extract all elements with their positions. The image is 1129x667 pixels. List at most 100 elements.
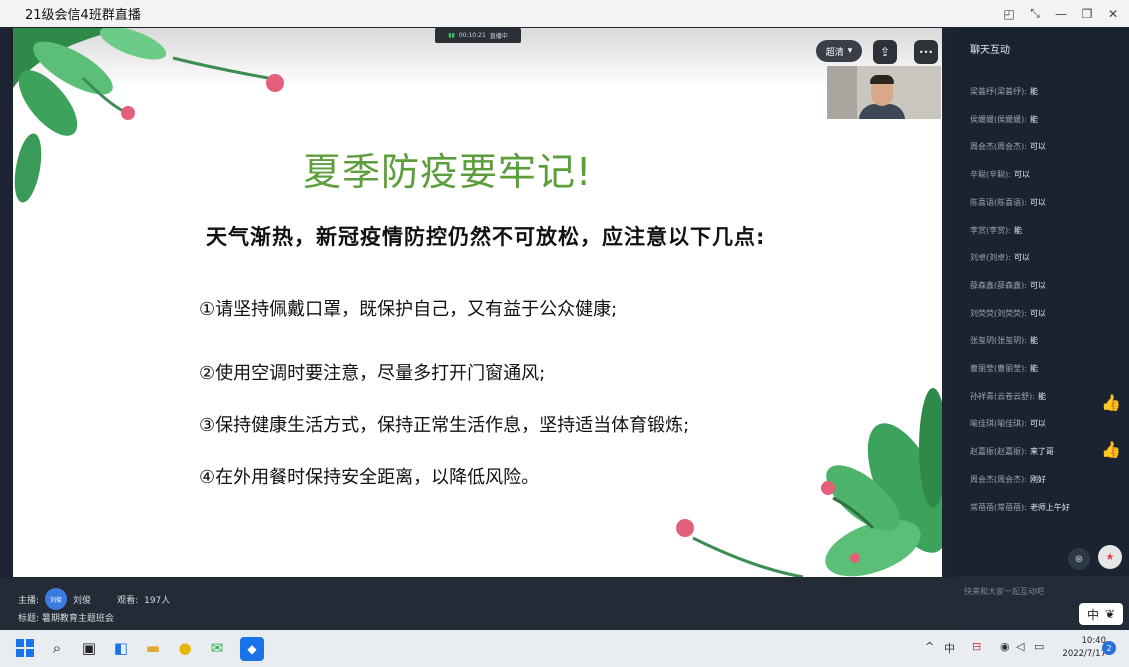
battery-icon[interactable]: ▭ [1034, 640, 1044, 653]
chat-text: 老师上午好 [1029, 502, 1070, 512]
chat-text: 可以 [1013, 170, 1030, 180]
chat-text: 能 [1029, 336, 1038, 346]
live-status: 直播中 [489, 33, 508, 40]
window-controls: ◰ ⤡ — ❐ ✕ [997, 0, 1129, 27]
share-button[interactable]: ⇪ [873, 40, 897, 64]
task-view-icon[interactable]: ▣ [78, 637, 100, 659]
chat-username: 梁荟纾(梁荟纾): [970, 87, 1027, 96]
quality-selector[interactable]: 超清 ▾ [816, 40, 862, 62]
chat-text: 能 [1037, 391, 1046, 401]
slide-subtitle: 天气渐热，新冠疫情防控仍然不可放松，应注意以下几点: [206, 225, 766, 249]
slide-area: 夏季防疫要牢记! 天气渐热，新冠疫情防控仍然不可放松，应注意以下几点: ①请坚持… [13, 28, 942, 577]
more-icon: ••• [918, 47, 934, 57]
chat-input-placeholder[interactable]: 快来和大家一起互动吧 [964, 586, 1044, 597]
chat-message: 侯媛媛(侯媛媛): 能 [970, 114, 1038, 125]
webcam-wall [827, 66, 857, 119]
close-button[interactable]: ✕ [1101, 0, 1125, 27]
gift-button[interactable]: ★ [1098, 545, 1122, 569]
chat-username: 辛聪(辛聪): [970, 170, 1011, 180]
window-title: 21级会信4班群直播 [25, 8, 141, 23]
chat-message: 周会杰(周会杰): 刚好 [970, 474, 1046, 485]
topic-text: 暑期教育主题班会 [41, 614, 114, 624]
more-button[interactable]: ••• [914, 40, 938, 64]
chat-message: 孙祥青(云卷云舒): 能 [970, 391, 1046, 402]
chat-text: 可以 [1013, 253, 1030, 263]
live-status-pill: ▮▮ 00:10:21 直播中 [435, 28, 521, 43]
webcam-hair [870, 75, 894, 84]
volume-icon[interactable]: ◁ [1016, 640, 1024, 653]
chat-text: 能 [1013, 225, 1022, 235]
chat-message: 周会杰(周会杰): 可以 [970, 141, 1046, 152]
sticker-button[interactable]: ⊛ [1068, 548, 1090, 570]
chat-message: 喻佳琪(喻佳琪): 可以 [970, 418, 1046, 429]
chat-username: 刘荧荧(刘荧荧): [970, 308, 1027, 318]
chat-text: 可以 [1029, 308, 1046, 318]
antivirus-tray-icon[interactable]: ⊟ [972, 640, 981, 653]
topic-row: 标题: 暑期教育主题班会 [18, 611, 114, 624]
chat-username: 孙祥青(云卷云舒): [970, 391, 1035, 401]
maximize-button[interactable]: ❐ [1075, 0, 1099, 27]
chat-username: 曹丽莹(曹丽莹): [970, 364, 1027, 373]
minimize-button[interactable]: — [1049, 0, 1073, 27]
chat-message: 刘卓(刘卓): 可以 [970, 252, 1030, 263]
search-icon[interactable]: ⌕ [46, 637, 68, 659]
chat-username: 刘卓(刘卓): [970, 253, 1011, 263]
slide-title: 夏季防疫要牢记! [303, 150, 593, 194]
webcam-body [859, 104, 905, 119]
chat-text: 可以 [1029, 142, 1046, 152]
start-logo [16, 639, 34, 657]
host-row: 主播: 刘俊 刘俊 观看: 197人 [18, 588, 170, 610]
wechat-icon[interactable]: ✉ [206, 637, 228, 659]
presenter-webcam[interactable] [827, 66, 941, 119]
chat-username: 薛森鑫(薛森鑫): [970, 280, 1027, 290]
wifi-icon[interactable]: ◉ [1000, 640, 1010, 653]
host-name: 刘俊 [73, 595, 92, 606]
chat-username: 常蓓蓓(常蓓蓓): [970, 502, 1027, 512]
app-window: 21级会信4班群直播 ◰ ⤡ — ❐ ✕ 夏季防疫要牢记! 天气渐热，新冠疫情防… [0, 0, 1129, 667]
topic-label: 标题: [18, 614, 40, 624]
chat-text: 能 [1029, 114, 1038, 124]
chat-text: 来了哥 [1029, 447, 1054, 457]
thumbs-up-icon: 👍 [1101, 393, 1121, 412]
chat-text: 可以 [1029, 197, 1046, 207]
slide-item-1: ①请坚持佩戴口罩，既保护自己，又有益于公众健康; [199, 299, 618, 320]
windows-start-icon[interactable] [14, 637, 36, 659]
avatar[interactable]: 刘俊 [45, 588, 68, 610]
chat-message: 常蓓蓓(常蓓蓓): 老师上午好 [970, 502, 1070, 513]
chat-message: 薛森鑫(薛森鑫): 可以 [970, 280, 1046, 291]
viewers-label: 观看: [117, 595, 139, 606]
clock-date: 2022/7/17 [1062, 649, 1106, 659]
slide-item-2: ②使用空调时要注意，尽量多打开门窗通风; [199, 363, 546, 384]
gift-icon: ★ [1105, 551, 1115, 563]
pin-icon[interactable]: ◰ [997, 0, 1021, 27]
clock-time: 10:40 [1081, 636, 1107, 646]
ime-indicator[interactable]: 中 ❦ [1079, 603, 1123, 625]
ime-skin-icon: ❦ [1104, 607, 1116, 621]
file-explorer-icon[interactable]: ▬ [142, 637, 164, 659]
host-label: 主播: [18, 595, 40, 606]
chat-message: 梁荟纾(梁荟纾): 能 [970, 86, 1038, 97]
live-time: 00:10:21 [458, 32, 486, 39]
share-icon: ⇪ [879, 45, 891, 59]
chat-message: 赵嘉振(赵嘉振): 来了哥 [970, 446, 1054, 457]
chat-username: 李赏(李赏): [970, 225, 1011, 235]
chat-username: 喻佳琪(喻佳琪): [970, 419, 1027, 429]
browser-icon[interactable]: ● [174, 637, 196, 659]
quality-label: 超清 [825, 47, 844, 58]
dingtalk-icon[interactable]: ◆ [240, 637, 264, 661]
chat-text: 刚好 [1029, 474, 1046, 484]
chat-username: 周会杰(周会杰): [970, 142, 1027, 152]
ime-mode: 中 [1086, 607, 1099, 622]
chat-text: 能 [1029, 87, 1038, 96]
widgets-icon[interactable]: ◧ [110, 637, 132, 659]
system-clock[interactable]: 10:40 2022/7/17 [1056, 635, 1106, 661]
tray-overflow-icon[interactable]: ^ [925, 640, 934, 653]
chat-message: 张玺玥(张玺玥): 能 [970, 335, 1038, 346]
viewer-count: 197人 [144, 595, 171, 606]
chat-username: 侯媛媛(侯媛媛): [970, 114, 1027, 124]
notification-badge[interactable]: 2 [1102, 641, 1116, 655]
thumbs-up-icon: 👍 [1101, 440, 1121, 459]
title-bar: 21级会信4班群直播 ◰ ⤡ — ❐ ✕ [0, 0, 1129, 27]
fullscreen-icon[interactable]: ⤡ [1023, 0, 1047, 27]
input-language-indicator[interactable]: 中 [944, 640, 955, 656]
